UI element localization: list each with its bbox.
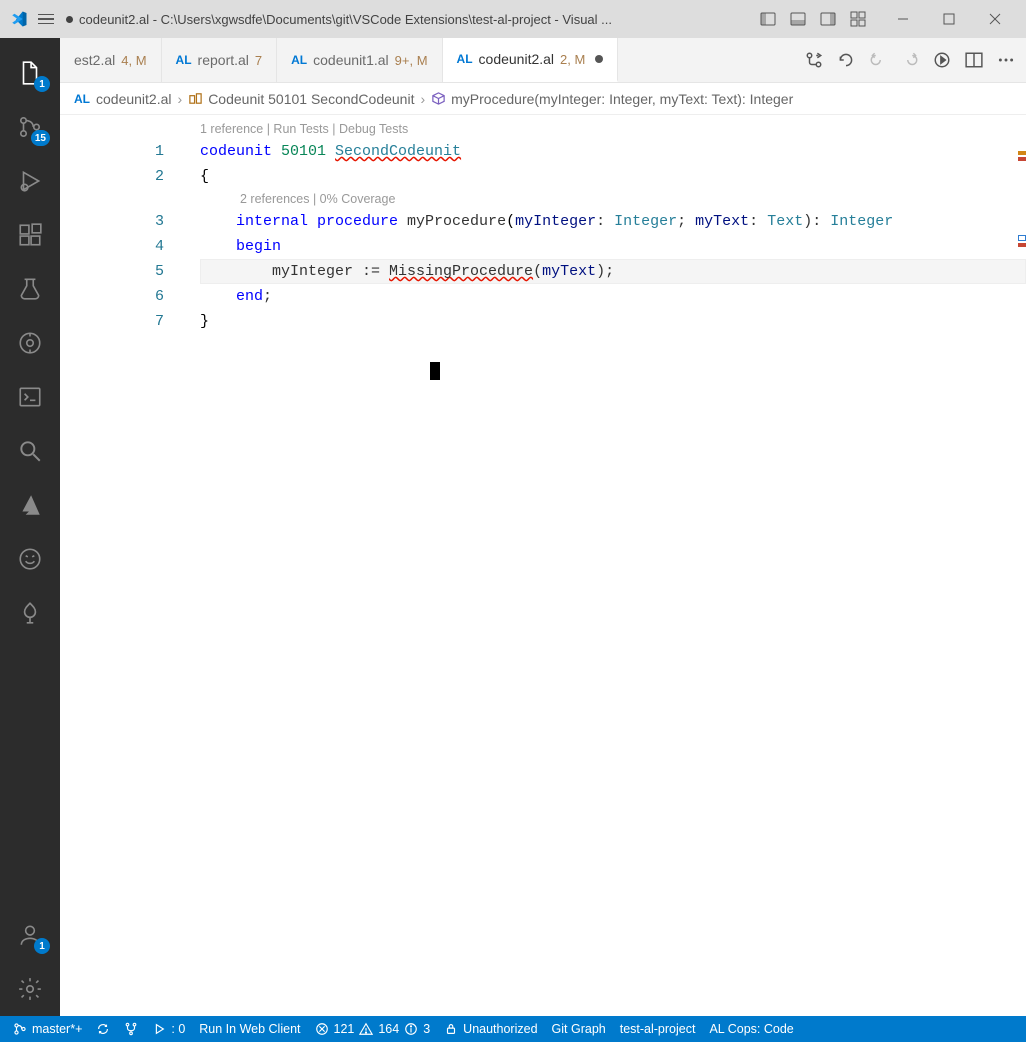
minimize-button[interactable] [882, 4, 924, 34]
codelens-proc[interactable]: 2 references | 0% Coverage [200, 189, 1026, 209]
face-icon[interactable] [0, 532, 60, 586]
panel-left-icon[interactable] [754, 4, 782, 34]
status-problems[interactable]: 121 164 3 [308, 1016, 438, 1042]
tab-file-1[interactable]: AL report.al 7 [162, 38, 278, 82]
dirty-indicator-icon [66, 16, 73, 23]
compare-changes-icon[interactable] [802, 48, 826, 72]
split-editor-icon[interactable] [962, 48, 986, 72]
terminal-panel-icon[interactable] [0, 370, 60, 424]
search-icon[interactable] [0, 424, 60, 478]
breadcrumb-file[interactable]: codeunit2.al [96, 91, 172, 107]
tree-icon[interactable] [0, 586, 60, 640]
status-bar: master*+ : 0 Run In Web Client 121 164 3… [0, 1016, 1026, 1042]
maximize-button[interactable] [928, 4, 970, 34]
revert-icon[interactable] [834, 48, 858, 72]
text-cursor-icon [430, 362, 440, 380]
breadcrumb[interactable]: AL codeunit2.al › Codeunit 50101 SecondC… [60, 83, 1026, 115]
scm-badge: 15 [31, 130, 50, 146]
status-sync[interactable] [89, 1016, 117, 1042]
run-icon[interactable] [930, 48, 954, 72]
explorer-icon[interactable]: 1 [0, 46, 60, 100]
more-actions-icon[interactable] [994, 48, 1018, 72]
extensions-icon[interactable] [0, 208, 60, 262]
tab-file-0[interactable]: est2.al 4, M [60, 38, 162, 82]
codelens-top[interactable]: 1 reference | Run Tests | Debug Tests [200, 119, 1026, 139]
window-title: codeunit2.al - C:\Users\xgwsdfe\Document… [66, 12, 754, 27]
editor-actions [794, 38, 1026, 82]
status-diagnostics[interactable]: : 0 [145, 1016, 192, 1042]
close-button[interactable] [974, 4, 1016, 34]
status-gitgraph[interactable]: Git Graph [545, 1016, 613, 1042]
tab-file-2[interactable]: AL codeunit1.al 9+, M [277, 38, 442, 82]
status-auth[interactable]: Unauthorized [437, 1016, 544, 1042]
run-debug-icon[interactable] [0, 154, 60, 208]
editor-area: est2.al 4, M AL report.al 7 AL codeunit1… [60, 38, 1026, 1016]
explorer-badge: 1 [34, 76, 50, 92]
status-project[interactable]: test-al-project [613, 1016, 703, 1042]
settings-gear-icon[interactable] [0, 962, 60, 1016]
tab-file-3[interactable]: AL codeunit2.al 2, M [443, 38, 619, 82]
status-branch[interactable]: master*+ [6, 1016, 89, 1042]
source-control-icon[interactable]: 15 [0, 100, 60, 154]
status-fork[interactable] [117, 1016, 145, 1042]
menu-button[interactable] [38, 14, 54, 25]
testing-icon[interactable] [0, 262, 60, 316]
gitlens-icon[interactable] [0, 316, 60, 370]
status-cops[interactable]: AL Cops: Code [702, 1016, 800, 1042]
account-icon[interactable]: 1 [0, 908, 60, 962]
title-bar: codeunit2.al - C:\Users\xgwsdfe\Document… [0, 0, 1026, 38]
account-badge: 1 [34, 938, 50, 954]
prev-change-icon[interactable] [866, 48, 890, 72]
customize-layout-icon[interactable] [844, 4, 872, 34]
editor-tabs: est2.al 4, M AL report.al 7 AL codeunit1… [60, 38, 1026, 83]
breadcrumb-symbol-2[interactable]: myProcedure(myInteger: Integer, myText: … [431, 91, 793, 107]
azure-icon[interactable] [0, 478, 60, 532]
activity-bar: 1 15 [0, 38, 60, 1016]
status-run-web[interactable]: Run In Web Client [192, 1016, 307, 1042]
breadcrumb-symbol-1[interactable]: Codeunit 50101 SecondCodeunit [188, 91, 414, 107]
next-change-icon[interactable] [898, 48, 922, 72]
dirty-dot-icon [595, 55, 603, 63]
panel-right-icon[interactable] [814, 4, 842, 34]
code-editor[interactable]: 1 2 3 4 5 6 7 1 reference | Run Tests | … [60, 115, 1026, 1016]
line-gutter: 1 2 3 4 5 6 7 [60, 119, 200, 1016]
vscode-logo-icon [10, 10, 28, 28]
panel-bottom-icon[interactable] [784, 4, 812, 34]
